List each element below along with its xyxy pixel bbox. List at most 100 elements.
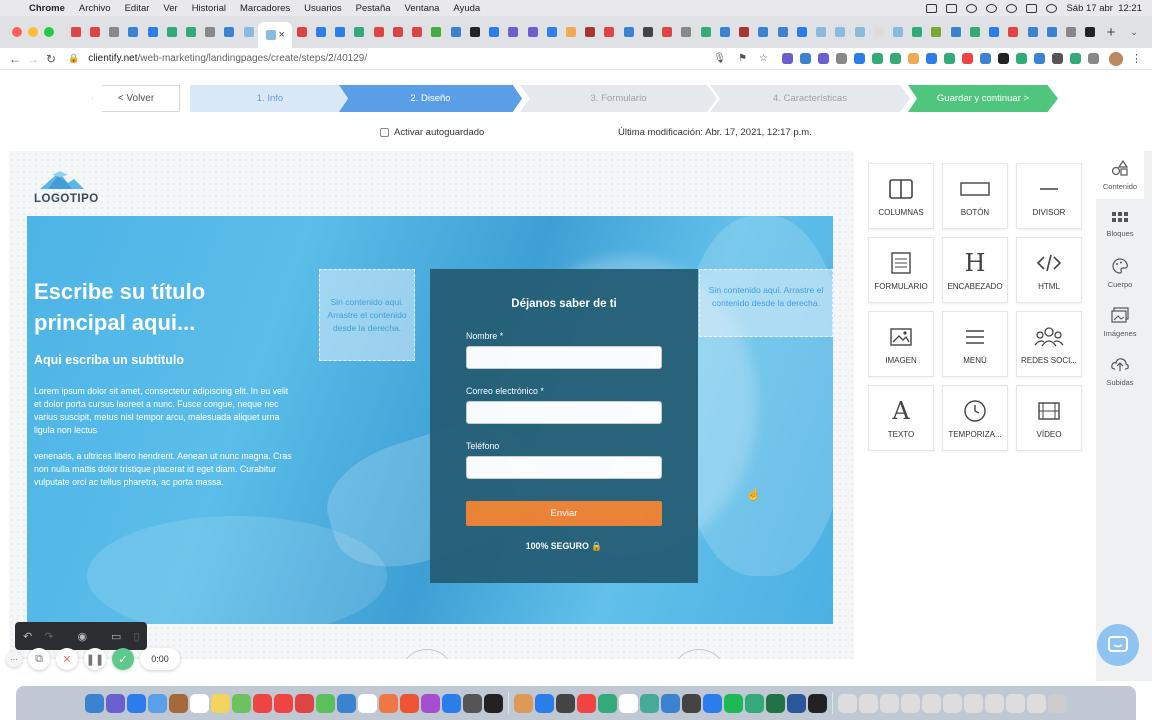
extension-icon[interactable]	[998, 53, 1009, 64]
browser-tab[interactable]	[773, 21, 792, 43]
browser-tab[interactable]	[350, 21, 369, 43]
extension-icon[interactable]	[890, 53, 901, 64]
empty-drop-zone-left[interactable]: Sin contenido aqui. Arrastre el contenid…	[319, 269, 415, 361]
preview-eye-icon[interactable]: ◉	[77, 630, 87, 643]
browser-tab[interactable]	[888, 21, 907, 43]
phone-field[interactable]	[466, 456, 662, 479]
dock-app-icon[interactable]	[421, 693, 440, 713]
browser-tab[interactable]	[792, 21, 811, 43]
menu-marcadores[interactable]: Marcadores	[233, 3, 297, 14]
browser-tab[interactable]	[1004, 21, 1023, 43]
dock-app-icon[interactable]	[964, 693, 983, 713]
browser-tab[interactable]	[311, 21, 330, 43]
dock-app-icon[interactable]	[556, 693, 575, 713]
menu-historial[interactable]: Historial	[185, 3, 233, 14]
dock-app-icon[interactable]	[316, 693, 335, 713]
browser-tab[interactable]	[484, 21, 503, 43]
browser-tab[interactable]	[754, 21, 773, 43]
dock-app-icon[interactable]	[640, 693, 659, 713]
mic-icon[interactable]: 🎙	[713, 53, 726, 64]
browser-tab[interactable]	[104, 21, 123, 43]
browser-tab[interactable]	[965, 21, 984, 43]
hero-body-text[interactable]: Lorem ipsum dolor sit amet, consectetur …	[34, 385, 292, 502]
widget-heading[interactable]: H ENCABEZADO	[942, 237, 1008, 303]
reload-icon[interactable]: ↻	[42, 52, 60, 66]
browser-tab[interactable]	[85, 21, 104, 43]
browser-tab[interactable]	[927, 21, 946, 43]
extension-icon[interactable]	[1070, 53, 1081, 64]
browser-tab[interactable]	[908, 21, 927, 43]
browser-tab[interactable]	[1062, 21, 1081, 43]
menu-pestana[interactable]: Pestaña	[349, 3, 398, 14]
extension-icon[interactable]	[1052, 53, 1063, 64]
record-icon[interactable]	[966, 3, 978, 13]
step-design[interactable]: 2. Diseño	[339, 85, 522, 112]
cancel-recording-icon[interactable]: ✕	[56, 648, 78, 670]
step-form[interactable]: 3. Formulario	[520, 85, 717, 112]
dock-app-icon[interactable]	[661, 693, 680, 713]
name-field[interactable]	[466, 346, 662, 369]
save-continue-button[interactable]: Guardar y continuar >	[908, 85, 1058, 112]
browser-tab[interactable]	[735, 21, 754, 43]
extension-icon[interactable]	[782, 53, 793, 64]
wifi-icon[interactable]	[1006, 3, 1018, 13]
widget-code[interactable]: HTML	[1016, 237, 1082, 303]
extension-icon[interactable]	[908, 53, 919, 64]
mobile-view-icon[interactable]: ▯	[133, 630, 139, 643]
dock-app-icon[interactable]	[463, 693, 482, 713]
extension-icon[interactable]	[818, 53, 829, 64]
address-bar[interactable]: 🔒 clientify.net/web-marketing/landingpag…	[68, 50, 768, 68]
browser-tab[interactable]	[331, 21, 350, 43]
dock-app-icon[interactable]	[442, 693, 461, 713]
browser-tab[interactable]	[201, 21, 220, 43]
browser-tab[interactable]	[292, 21, 311, 43]
dock-app-icon[interactable]	[1027, 693, 1046, 713]
profile-avatar[interactable]	[1109, 51, 1123, 66]
browser-tab[interactable]	[523, 21, 542, 43]
browser-tab[interactable]	[696, 21, 715, 43]
widget-text[interactable]: A TEXTO	[868, 385, 934, 451]
menubar-clock[interactable]: Sáb 17 abr 12:21	[1066, 3, 1142, 14]
browser-tab[interactable]	[946, 21, 965, 43]
menu-ayuda[interactable]: Ayuda	[446, 3, 487, 14]
dock-app-icon[interactable]	[85, 693, 104, 713]
desktop-view-icon[interactable]: ▭	[111, 630, 121, 643]
menu-archivo[interactable]: Archivo	[72, 3, 118, 14]
dock-app-icon[interactable]	[922, 693, 941, 713]
widget-timer[interactable]: TEMPORIZA...	[942, 385, 1008, 451]
dock-app-icon[interactable]	[337, 693, 356, 713]
undo-icon[interactable]: ↶	[23, 630, 32, 643]
dock-app-icon[interactable]	[1006, 693, 1025, 713]
dock-app-icon[interactable]	[880, 693, 899, 713]
extension-icon[interactable]	[1016, 53, 1027, 64]
dock-app-icon[interactable]	[514, 693, 533, 713]
more-options-icon[interactable]: ⋯	[6, 651, 22, 667]
chat-button[interactable]	[1097, 624, 1139, 666]
dock-app-icon[interactable]	[535, 693, 554, 713]
window-icon[interactable]	[926, 3, 938, 13]
grid-icon[interactable]	[946, 3, 958, 13]
browser-tab[interactable]	[600, 21, 619, 43]
dock-app-icon[interactable]	[682, 693, 701, 713]
widget-divider[interactable]: DIVISOR	[1016, 163, 1082, 229]
browser-tab[interactable]	[831, 21, 850, 43]
menu-app-name[interactable]: Chrome	[22, 3, 72, 14]
contact-form[interactable]: Déjanos saber de ti Nombre * Correo elec…	[430, 269, 698, 583]
browser-tab[interactable]	[850, 21, 869, 43]
browser-tab[interactable]	[181, 21, 200, 43]
extension-icon[interactable]	[962, 53, 973, 64]
dock-app-icon[interactable]	[253, 693, 272, 713]
translate-icon[interactable]: ⚑	[738, 53, 747, 64]
browser-tab[interactable]	[427, 21, 446, 43]
hero-title[interactable]: Escribe su título principal aqui...	[34, 276, 284, 338]
extension-icon[interactable]	[944, 53, 955, 64]
dock-app-icon[interactable]	[943, 693, 962, 713]
back-icon[interactable]: ←	[6, 52, 24, 66]
dock-app-icon[interactable]	[1048, 693, 1067, 713]
browser-tab-active[interactable]: ×	[258, 22, 293, 48]
new-tab-button[interactable]: +	[1100, 24, 1122, 41]
empty-drop-zone-right[interactable]: Sin contenido aqui. Arrastre el contenid…	[699, 269, 833, 337]
sidebar-tab-images[interactable]: Imágenes	[1096, 298, 1144, 346]
back-button[interactable]: < Volver	[92, 85, 180, 112]
browser-tab[interactable]	[446, 21, 465, 43]
